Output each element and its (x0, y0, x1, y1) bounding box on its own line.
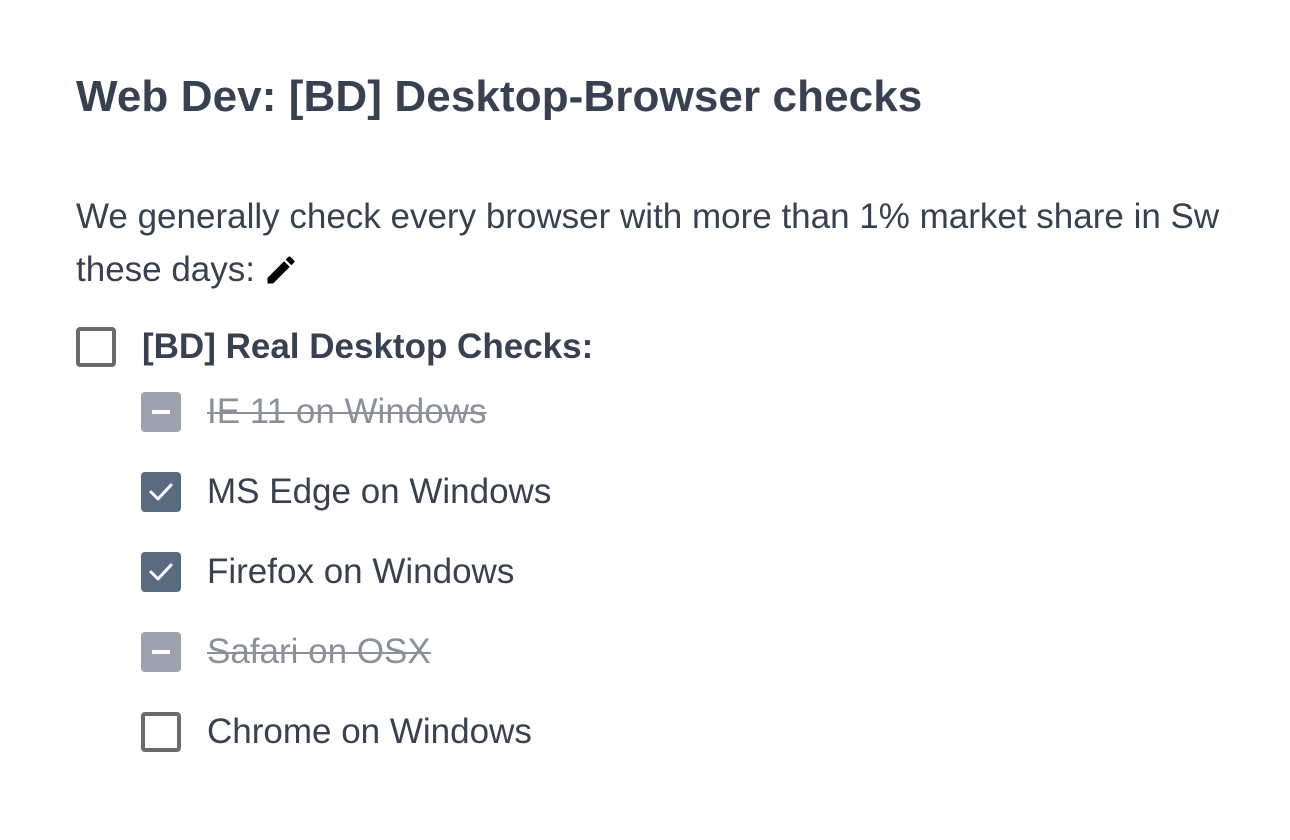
checklist-item: Firefox on Windows (141, 550, 514, 594)
checklist-item-parent: [BD] Real Desktop Checks: (76, 325, 593, 369)
checklist-item: Chrome on Windows (141, 710, 532, 754)
minus-icon (152, 410, 170, 414)
checklist-page: Web Dev: [BD] Desktop-Browser checks We … (0, 0, 1290, 840)
checklist-parent-label: [BD] Real Desktop Checks: (142, 327, 594, 366)
checkbox-not-applicable[interactable] (141, 632, 181, 672)
checkmark-icon (149, 563, 173, 581)
checklist-item-label: IE 11 on Windows (207, 392, 487, 431)
pencil-icon[interactable] (263, 252, 299, 288)
checkbox-unchecked[interactable] (76, 327, 116, 367)
checkmark-icon (149, 483, 173, 501)
description: We generally check every browser with mo… (76, 190, 1244, 296)
checklist-item: MS Edge on Windows (141, 470, 551, 514)
checkbox-not-applicable[interactable] (141, 392, 181, 432)
description-line-1: We generally check every browser with mo… (76, 197, 1220, 236)
description-line-2-row: these days: (76, 243, 1244, 296)
checkbox-unchecked[interactable] (141, 712, 181, 752)
checklist-item-label: MS Edge on Windows (207, 472, 552, 511)
checklist-item: Safari on OSX (141, 630, 431, 674)
checkbox-checked[interactable] (141, 472, 181, 512)
minus-icon (152, 650, 170, 654)
checklist-item-label: Firefox on Windows (207, 552, 515, 591)
checklist-item: IE 11 on Windows (141, 390, 487, 434)
checklist-item-label: Chrome on Windows (207, 712, 532, 751)
checklist-item-label: Safari on OSX (207, 632, 431, 671)
description-line-2: these days: (76, 250, 255, 289)
checkbox-checked[interactable] (141, 552, 181, 592)
page-title: Web Dev: [BD] Desktop-Browser checks (76, 72, 923, 121)
